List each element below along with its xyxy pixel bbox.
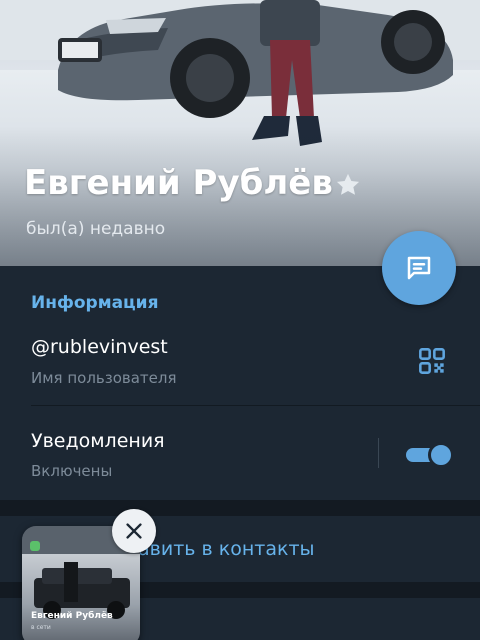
profile-name: Евгений Рублёв	[24, 163, 333, 203]
message-button[interactable]	[382, 231, 456, 305]
vertical-separator	[378, 438, 379, 468]
star-icon[interactable]	[334, 171, 362, 199]
pip-name: Евгений Рублёв	[31, 611, 113, 621]
pip-status-icon	[30, 541, 40, 551]
add-contact-label[interactable]: авить в контакты	[138, 538, 315, 560]
toggle-knob	[428, 442, 454, 468]
username-value[interactable]: @rublevinvest	[31, 336, 168, 358]
message-icon	[407, 256, 431, 280]
section-gap	[0, 500, 480, 516]
divider	[31, 405, 480, 406]
notifications-toggle[interactable]	[406, 442, 454, 468]
username-label: Имя пользователя	[31, 369, 177, 387]
info-section-header: Информация	[31, 293, 159, 313]
notifications-title[interactable]: Уведомления	[31, 430, 165, 452]
pip-status: в сети	[31, 624, 51, 631]
profile-status: был(а) недавно	[26, 219, 166, 239]
close-pip-button[interactable]	[112, 509, 156, 553]
close-icon	[126, 523, 142, 539]
notifications-value: Включены	[31, 462, 113, 480]
qr-code-icon[interactable]	[418, 347, 446, 375]
